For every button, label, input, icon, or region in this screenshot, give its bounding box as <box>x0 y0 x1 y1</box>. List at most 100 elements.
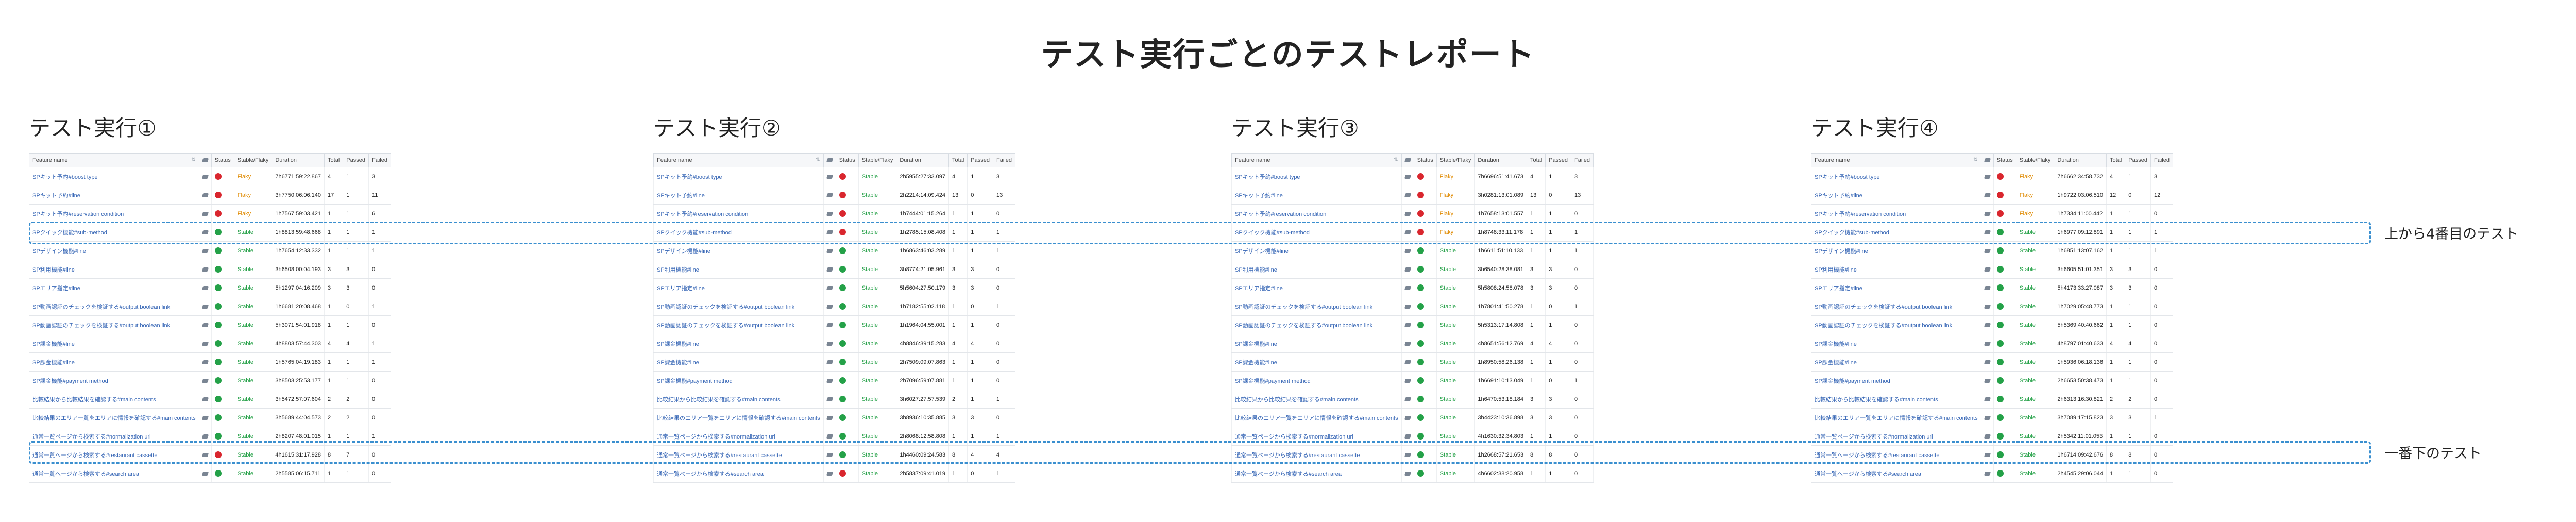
col-status-header[interactable]: Status <box>835 153 859 167</box>
table-row[interactable]: 比較結果のエリア一覧をエリアに情報を確認する#main contents Stab… <box>653 408 1015 427</box>
col-passed-header[interactable]: Passed <box>2125 153 2151 167</box>
table-row[interactable]: SP動画認証のチェックを検証する#output boolean link Stab… <box>1811 315 2173 334</box>
feature-name-link[interactable]: SP課金機能#payment method <box>29 371 199 390</box>
feature-name-link[interactable]: SP利用機能#line <box>1811 260 1981 279</box>
col-status-header[interactable]: Status <box>211 153 234 167</box>
feature-name-link[interactable]: 比較結果のエリア一覧をエリアに情報を確認する#main contents <box>29 408 199 427</box>
table-row[interactable]: SP動画認証のチェックを検証する#output boolean link Stab… <box>1231 315 1594 334</box>
feature-name-link[interactable]: SPキット予約#boost type <box>653 167 824 186</box>
feature-name-link[interactable]: 通常一覧ページから検索する#search area <box>1811 464 1981 483</box>
feature-name-link[interactable]: 比較結果のエリア一覧をエリアに情報を確認する#main contents <box>1811 408 1981 427</box>
col-duration-header[interactable]: Duration <box>896 153 950 167</box>
table-row[interactable]: SPエリア指定#line Stable 5h4173:33:27.087 3 3 0 <box>1811 278 2173 297</box>
feature-name-link[interactable]: SPキット予約#boost type <box>1231 167 1402 186</box>
table-row[interactable]: 通常一覧ページから検索する#search area Stable 4h6602:38… <box>1231 464 1594 483</box>
sort-icon[interactable]: ⇅ <box>191 157 195 163</box>
table-row[interactable]: SPキット予約#reservation condition Stable 1h744… <box>653 204 1015 223</box>
col-total-header[interactable]: Total <box>2106 153 2126 167</box>
table-row[interactable]: SP課金機能#line Stable 1h8950:58:26.138 1 1 0 <box>1231 352 1594 372</box>
feature-name-link[interactable]: SPキット予約#reservation condition <box>653 204 824 223</box>
feature-name-link[interactable]: SP課金機能#line <box>29 352 199 372</box>
col-feature-name-header[interactable]: Feature name ⇅ <box>653 153 824 167</box>
table-row[interactable]: SP利用機能#line Stable 3h6508:00:04.193 3 3 0 <box>29 260 391 279</box>
col-stability-header[interactable]: Stable/Flaky <box>2015 153 2055 167</box>
feature-name-link[interactable]: 比較結果から比較結果を確認する#main contents <box>29 390 199 409</box>
table-row[interactable]: SPキット予約#line Stable 2h2214:14:09.424 13 0 13 <box>653 186 1015 205</box>
table-row[interactable]: SPキット予約#line Flaky 3h0281:13:01.089 13 0 13 <box>1231 186 1594 205</box>
table-row[interactable]: SP課金機能#line Stable 4h8651:56:12.769 4 4 0 <box>1231 334 1594 353</box>
feature-name-link[interactable]: SP課金機能#payment method <box>653 371 824 390</box>
table-row[interactable]: SP動画認証のチェックを検証する#output boolean link Stab… <box>653 297 1015 316</box>
table-row[interactable]: 通常一覧ページから検索する#search area Stable 2h5837:09… <box>653 464 1015 483</box>
feature-name-link[interactable]: 比較結果から比較結果を確認する#main contents <box>1231 390 1402 409</box>
feature-name-link[interactable]: SP課金機能#payment method <box>1811 371 1981 390</box>
table-row[interactable]: 比較結果から比較結果を確認する#main contents Stable 3h602… <box>653 390 1015 409</box>
table-row[interactable]: SP動画認証のチェックを検証する#output boolean link Stab… <box>29 315 391 334</box>
feature-name-link[interactable]: SPキット予約#reservation condition <box>1811 204 1981 223</box>
col-status-header[interactable]: Status <box>1413 153 1437 167</box>
feature-name-link[interactable]: SP課金機能#line <box>29 334 199 353</box>
col-duration-header[interactable]: Duration <box>2054 153 2107 167</box>
col-tags-header[interactable] <box>1401 153 1414 167</box>
table-row[interactable]: SP課金機能#line Stable 4h8797:01:40.633 4 4 0 <box>1811 334 2173 353</box>
table-row[interactable]: SPキット予約#line Flaky 1h9722:03:06.510 12 0 12 <box>1811 186 2173 205</box>
table-row[interactable]: SPエリア指定#line Stable 5h5808:24:58.078 3 3 0 <box>1231 278 1594 297</box>
feature-name-link[interactable]: SPキット予約#line <box>1811 186 1981 205</box>
table-row[interactable]: SP動画認証のチェックを検証する#output boolean link Stab… <box>653 315 1015 334</box>
col-total-header[interactable]: Total <box>948 153 968 167</box>
feature-name-link[interactable]: 通常一覧ページから検索する#search area <box>1231 464 1402 483</box>
feature-name-link[interactable]: SP動画認証のチェックを検証する#output boolean link <box>29 315 199 334</box>
table-row[interactable]: SPエリア指定#line Stable 5h1297:04:16.209 3 3 0 <box>29 278 391 297</box>
table-row[interactable]: SPキット予約#reservation condition Flaky 1h7658… <box>1231 204 1594 223</box>
col-tags-header[interactable] <box>198 153 212 167</box>
table-row[interactable]: SPキット予約#reservation condition Flaky 1h7567… <box>29 204 391 223</box>
table-row[interactable]: SP課金機能#line Stable 4h8803:57:44.303 4 4 1 <box>29 334 391 353</box>
table-row[interactable]: SP課金機能#line Stable 2h7509:09:07.863 1 1 0 <box>653 352 1015 372</box>
col-total-header[interactable]: Total <box>1527 153 1546 167</box>
table-row[interactable]: SP課金機能#payment method Stable 2h6653:50:38.… <box>1811 371 2173 390</box>
table-row[interactable]: 比較結果のエリア一覧をエリアに情報を確認する#main contents Stab… <box>1811 408 2173 427</box>
feature-name-link[interactable]: SPキット予約#boost type <box>1811 167 1981 186</box>
col-stability-header[interactable]: Stable/Flaky <box>1436 153 1475 167</box>
feature-name-link[interactable]: SP動画認証のチェックを検証する#output boolean link <box>1811 297 1981 316</box>
feature-name-link[interactable]: SP利用機能#line <box>1231 260 1402 279</box>
col-total-header[interactable]: Total <box>324 153 344 167</box>
feature-name-link[interactable]: SP動画認証のチェックを検証する#output boolean link <box>1811 315 1981 334</box>
table-row[interactable]: SPキット予約#boost type Flaky 7h6662:34:58.732 4… <box>1811 167 2173 186</box>
feature-name-link[interactable]: SP課金機能#line <box>1231 334 1402 353</box>
feature-name-link[interactable]: SP課金機能#line <box>1811 352 1981 372</box>
feature-name-link[interactable]: SP課金機能#payment method <box>1231 371 1402 390</box>
feature-name-link[interactable]: SPキット予約#boost type <box>29 167 199 186</box>
table-row[interactable]: SP課金機能#payment method Stable 1h6691:10:13.… <box>1231 371 1594 390</box>
col-stability-header[interactable]: Stable/Flaky <box>858 153 897 167</box>
feature-name-link[interactable]: SP課金機能#line <box>653 334 824 353</box>
table-row[interactable]: SPキット予約#reservation condition Flaky 1h7334… <box>1811 204 2173 223</box>
col-duration-header[interactable]: Duration <box>272 153 325 167</box>
feature-name-link[interactable]: SP動画認証のチェックを検証する#output boolean link <box>653 297 824 316</box>
table-row[interactable]: 通常一覧ページから検索する#search area Stable 2h4545:29… <box>1811 464 2173 483</box>
feature-name-link[interactable]: SPキット予約#line <box>653 186 824 205</box>
table-row[interactable]: SPキット予約#boost type Stable 2h5955:27:33.097… <box>653 167 1015 186</box>
col-failed-header[interactable]: Failed <box>1570 153 1594 167</box>
col-stability-header[interactable]: Stable/Flaky <box>233 153 273 167</box>
col-passed-header[interactable]: Passed <box>967 153 993 167</box>
table-row[interactable]: SPキット予約#boost type Flaky 7h6696:51:41.673 4… <box>1231 167 1594 186</box>
table-row[interactable]: 比較結果から比較結果を確認する#main contents Stable 2h631… <box>1811 390 2173 409</box>
feature-name-link[interactable]: SP動画認証のチェックを検証する#output boolean link <box>1231 297 1402 316</box>
table-row[interactable]: 比較結果から比較結果を確認する#main contents Stable 3h547… <box>29 390 391 409</box>
table-row[interactable]: SP動画認証のチェックを検証する#output boolean link Stab… <box>1231 297 1594 316</box>
table-row[interactable]: SP動画認証のチェックを検証する#output boolean link Stab… <box>29 297 391 316</box>
feature-name-link[interactable]: 通常一覧ページから検索する#search area <box>29 464 199 483</box>
feature-name-link[interactable]: SP利用機能#line <box>653 260 824 279</box>
feature-name-link[interactable]: SPキット予約#line <box>29 186 199 205</box>
feature-name-link[interactable]: SP動画認証のチェックを検証する#output boolean link <box>1231 315 1402 334</box>
col-feature-name-header[interactable]: Feature name ⇅ <box>1811 153 1981 167</box>
col-passed-header[interactable]: Passed <box>1545 153 1571 167</box>
feature-name-link[interactable]: 比較結果から比較結果を確認する#main contents <box>653 390 824 409</box>
table-row[interactable]: SPキット予約#line Flaky 3h7750:06:06.140 17 1 11 <box>29 186 391 205</box>
col-failed-header[interactable]: Failed <box>992 153 1015 167</box>
table-row[interactable]: 比較結果のエリア一覧をエリアに情報を確認する#main contents Stab… <box>1231 408 1594 427</box>
table-row[interactable]: SPキット予約#boost type Flaky 7h6771:59:22.867 4… <box>29 167 391 186</box>
col-duration-header[interactable]: Duration <box>1474 153 1528 167</box>
feature-name-link[interactable]: SPキット予約#reservation condition <box>29 204 199 223</box>
